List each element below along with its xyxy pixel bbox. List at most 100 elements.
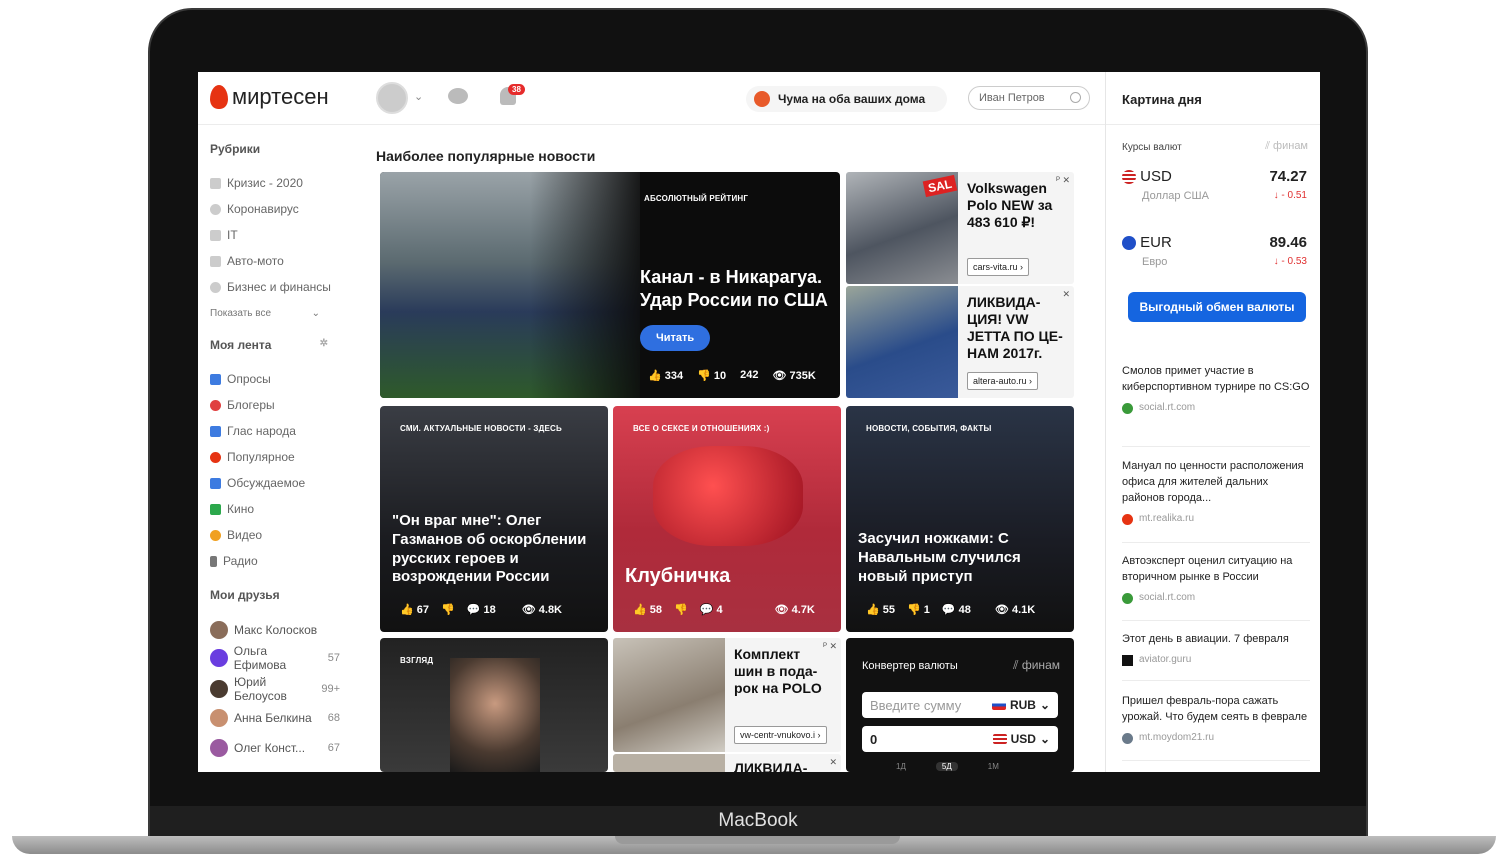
search-icon[interactable] bbox=[1070, 92, 1081, 103]
comments-button[interactable]: 💬 48 bbox=[942, 603, 971, 616]
friend-item[interactable]: Макс Колосков bbox=[210, 616, 340, 644]
chevron-down-icon[interactable]: ⌄ bbox=[414, 90, 423, 103]
news-card[interactable]: ВЗГЛЯД bbox=[380, 638, 608, 772]
ad-link[interactable]: vw-centr-vnukovo.i › bbox=[734, 726, 827, 744]
rubric-item[interactable]: Авто-мото bbox=[210, 248, 340, 274]
feed-label: Видео bbox=[227, 528, 263, 542]
rubric-item[interactable]: Бизнес и финансы bbox=[210, 274, 340, 300]
dislike-button[interactable]: 👎 1 bbox=[907, 603, 930, 616]
ad-block[interactable]: ᴾ ✕ Комплект шин в пода-рок на POLO vw-c… bbox=[613, 638, 841, 752]
messages-icon[interactable] bbox=[448, 88, 468, 104]
news-item[interactable]: Этот день в авиации. 7 февраля aviator.g… bbox=[1122, 632, 1310, 667]
feed-title: Моя лента ✲ bbox=[210, 338, 340, 352]
comments-count[interactable]: 242 bbox=[740, 369, 758, 382]
news-item[interactable]: Смолов примет участие в киберспортивном … bbox=[1122, 364, 1310, 415]
news-card[interactable]: СМИ. АКТУАЛЬНЫЕ НОВОСТИ - ЗДЕСЬ "Он враг… bbox=[380, 406, 608, 632]
gear-icon[interactable]: ✲ bbox=[320, 338, 328, 352]
feed-item[interactable]: Популярное bbox=[210, 444, 340, 470]
like-button[interactable]: 👍 58 bbox=[633, 603, 662, 616]
like-button[interactable]: 👍 67 bbox=[400, 603, 429, 616]
eu-flag-icon bbox=[1122, 236, 1136, 251]
card-title[interactable]: Клубничка bbox=[625, 564, 730, 589]
dislike-button[interactable]: 👎 10 bbox=[697, 369, 726, 382]
finam-logo: ⫽ финам bbox=[1265, 140, 1308, 152]
feed-label: Радио bbox=[223, 554, 258, 568]
result-field[interactable]: 0 USD ⌄ bbox=[862, 726, 1058, 752]
news-item[interactable]: Пришел февраль-пора сажать урожай. Что б… bbox=[1122, 694, 1310, 745]
rubric-item[interactable]: Коронавирус bbox=[210, 196, 340, 222]
user-avatar[interactable] bbox=[376, 82, 408, 114]
ad-link[interactable]: altera-auto.ru › bbox=[967, 372, 1039, 390]
feed-item[interactable]: Глас народа bbox=[210, 418, 340, 444]
rubric-item[interactable]: IT bbox=[210, 222, 340, 248]
news-title: Автоэксперт оценил ситуацию на вторичном… bbox=[1122, 555, 1293, 583]
right-panel: Картина дня Курсы валют ⫽ финам USD 74.2… bbox=[1105, 72, 1320, 772]
news-item[interactable]: Мануал по ценности расположения офиса дл… bbox=[1122, 459, 1310, 526]
logo-text: миртесен bbox=[232, 84, 329, 109]
card-title[interactable]: Засучил ножками: С Навальным случился но… bbox=[858, 530, 1064, 586]
currency-name: Евро bbox=[1142, 256, 1168, 268]
ad-block[interactable]: ✕ ЛИКВИДА- bbox=[613, 754, 841, 772]
hero-title[interactable]: Канал - в Никарагуа. Удар России по США bbox=[640, 266, 830, 311]
feed-label: Глас народа bbox=[227, 424, 296, 438]
rubric-item[interactable]: Кризис - 2020 bbox=[210, 170, 340, 196]
feed-title-label: Моя лента bbox=[210, 338, 272, 352]
friend-item[interactable]: Анна Белкина 68 bbox=[210, 706, 340, 730]
feed-item[interactable]: Обсуждаемое bbox=[210, 470, 340, 496]
friend-count: 99+ bbox=[321, 683, 340, 695]
show-all-button[interactable]: Показать все ⌄ bbox=[210, 300, 340, 326]
currency-code: EUR bbox=[1140, 234, 1172, 251]
feed-item[interactable]: Блогеры bbox=[210, 392, 340, 418]
feed-item[interactable]: Видео bbox=[210, 522, 340, 548]
dislike-button[interactable]: 👎 bbox=[674, 603, 688, 616]
hero-card[interactable]: АБСОЛЮТНЫЙ РЕЙТИНГ Канал - в Никарагуа. … bbox=[380, 172, 840, 398]
card-stats: 👍 67 👎 💬 18 👁 4.8K bbox=[400, 603, 562, 616]
friend-item[interactable]: Ольга Ефимова 57 bbox=[210, 644, 340, 672]
news-source: mt.moydom21.ru bbox=[1139, 731, 1215, 743]
from-currency-select[interactable]: RUB ⌄ bbox=[991, 698, 1050, 712]
feed-item[interactable]: Кино bbox=[210, 496, 340, 522]
converter-title: Конвертер валюты bbox=[862, 660, 958, 672]
finam-label: финам bbox=[1021, 658, 1060, 672]
search-input[interactable]: Иван Петров bbox=[968, 86, 1090, 110]
news-card[interactable]: НОВОСТИ, СОБЫТИЯ, ФАКТЫ Засучил ножками:… bbox=[846, 406, 1074, 632]
browser-screen: миртесен ⌄ 38 Чума на оба ваших дома Ива… bbox=[198, 72, 1320, 772]
dislikes-count: 10 bbox=[713, 370, 727, 382]
news-item[interactable]: Автоэксперт оценил ситуацию на вторичном… bbox=[1122, 554, 1310, 605]
rates-title: Курсы валют bbox=[1122, 142, 1182, 153]
friend-name: Анна Белкина bbox=[234, 711, 312, 725]
comments-button[interactable]: 💬 18 bbox=[467, 603, 496, 616]
read-button[interactable]: Читать bbox=[640, 325, 711, 351]
exchange-button[interactable]: Выгодный обмен валюты bbox=[1128, 292, 1306, 322]
avatar bbox=[210, 709, 228, 727]
currency-name: Доллар США bbox=[1142, 190, 1209, 202]
to-currency-select[interactable]: USD ⌄ bbox=[992, 732, 1050, 746]
dislike-button[interactable]: 👎 bbox=[441, 603, 455, 616]
feed-item[interactable]: Опросы bbox=[210, 366, 340, 392]
like-button[interactable]: 👍 334 bbox=[648, 369, 683, 382]
ad-block[interactable]: ✕ ЛИКВИДА-ЦИЯ! VW JETTA ПО ЦЕ-НАМ 2017г.… bbox=[846, 286, 1074, 398]
tab-period[interactable]: 5Д bbox=[935, 762, 958, 771]
like-button[interactable]: 👍 55 bbox=[866, 603, 895, 616]
ad-link[interactable]: cars-vita.ru › bbox=[967, 258, 1030, 276]
ad-block[interactable]: SAL ᴾ ✕ Volkswagen Polo NEW за 483 610 ₽… bbox=[846, 172, 1074, 284]
friend-item[interactable]: Юрий Белоусов 99+ bbox=[210, 672, 340, 706]
friend-item[interactable]: Олег Конст... 67 bbox=[210, 730, 340, 766]
rubrics-title: Рубрики bbox=[210, 142, 261, 156]
car-icon bbox=[210, 255, 221, 267]
amount-input[interactable]: Введите сумму RUB ⌄ bbox=[862, 692, 1058, 718]
site-logo[interactable]: миртесен bbox=[210, 84, 329, 110]
plane-icon bbox=[1122, 654, 1133, 666]
tab-period[interactable]: 1Д bbox=[896, 762, 906, 771]
views-count: 👁 4.7K bbox=[774, 604, 815, 616]
comments-button[interactable]: 💬 4 bbox=[700, 603, 723, 616]
views-value: 4.1K bbox=[1011, 604, 1036, 616]
feed-item[interactable]: Радио bbox=[210, 548, 340, 574]
news-card[interactable]: ВСЕ О СЕКСЕ И ОТНОШЕНИЯХ :) Клубничка 👍 … bbox=[613, 406, 841, 632]
tab-period[interactable]: 1М bbox=[988, 762, 999, 771]
flame-logo-icon bbox=[210, 85, 228, 109]
portrait-image bbox=[450, 658, 540, 772]
card-title[interactable]: "Он враг мне": Олег Газманов об оскорбле… bbox=[392, 512, 598, 587]
virus-icon bbox=[210, 203, 221, 215]
promo-link[interactable]: Чума на оба ваших дома bbox=[746, 86, 948, 112]
